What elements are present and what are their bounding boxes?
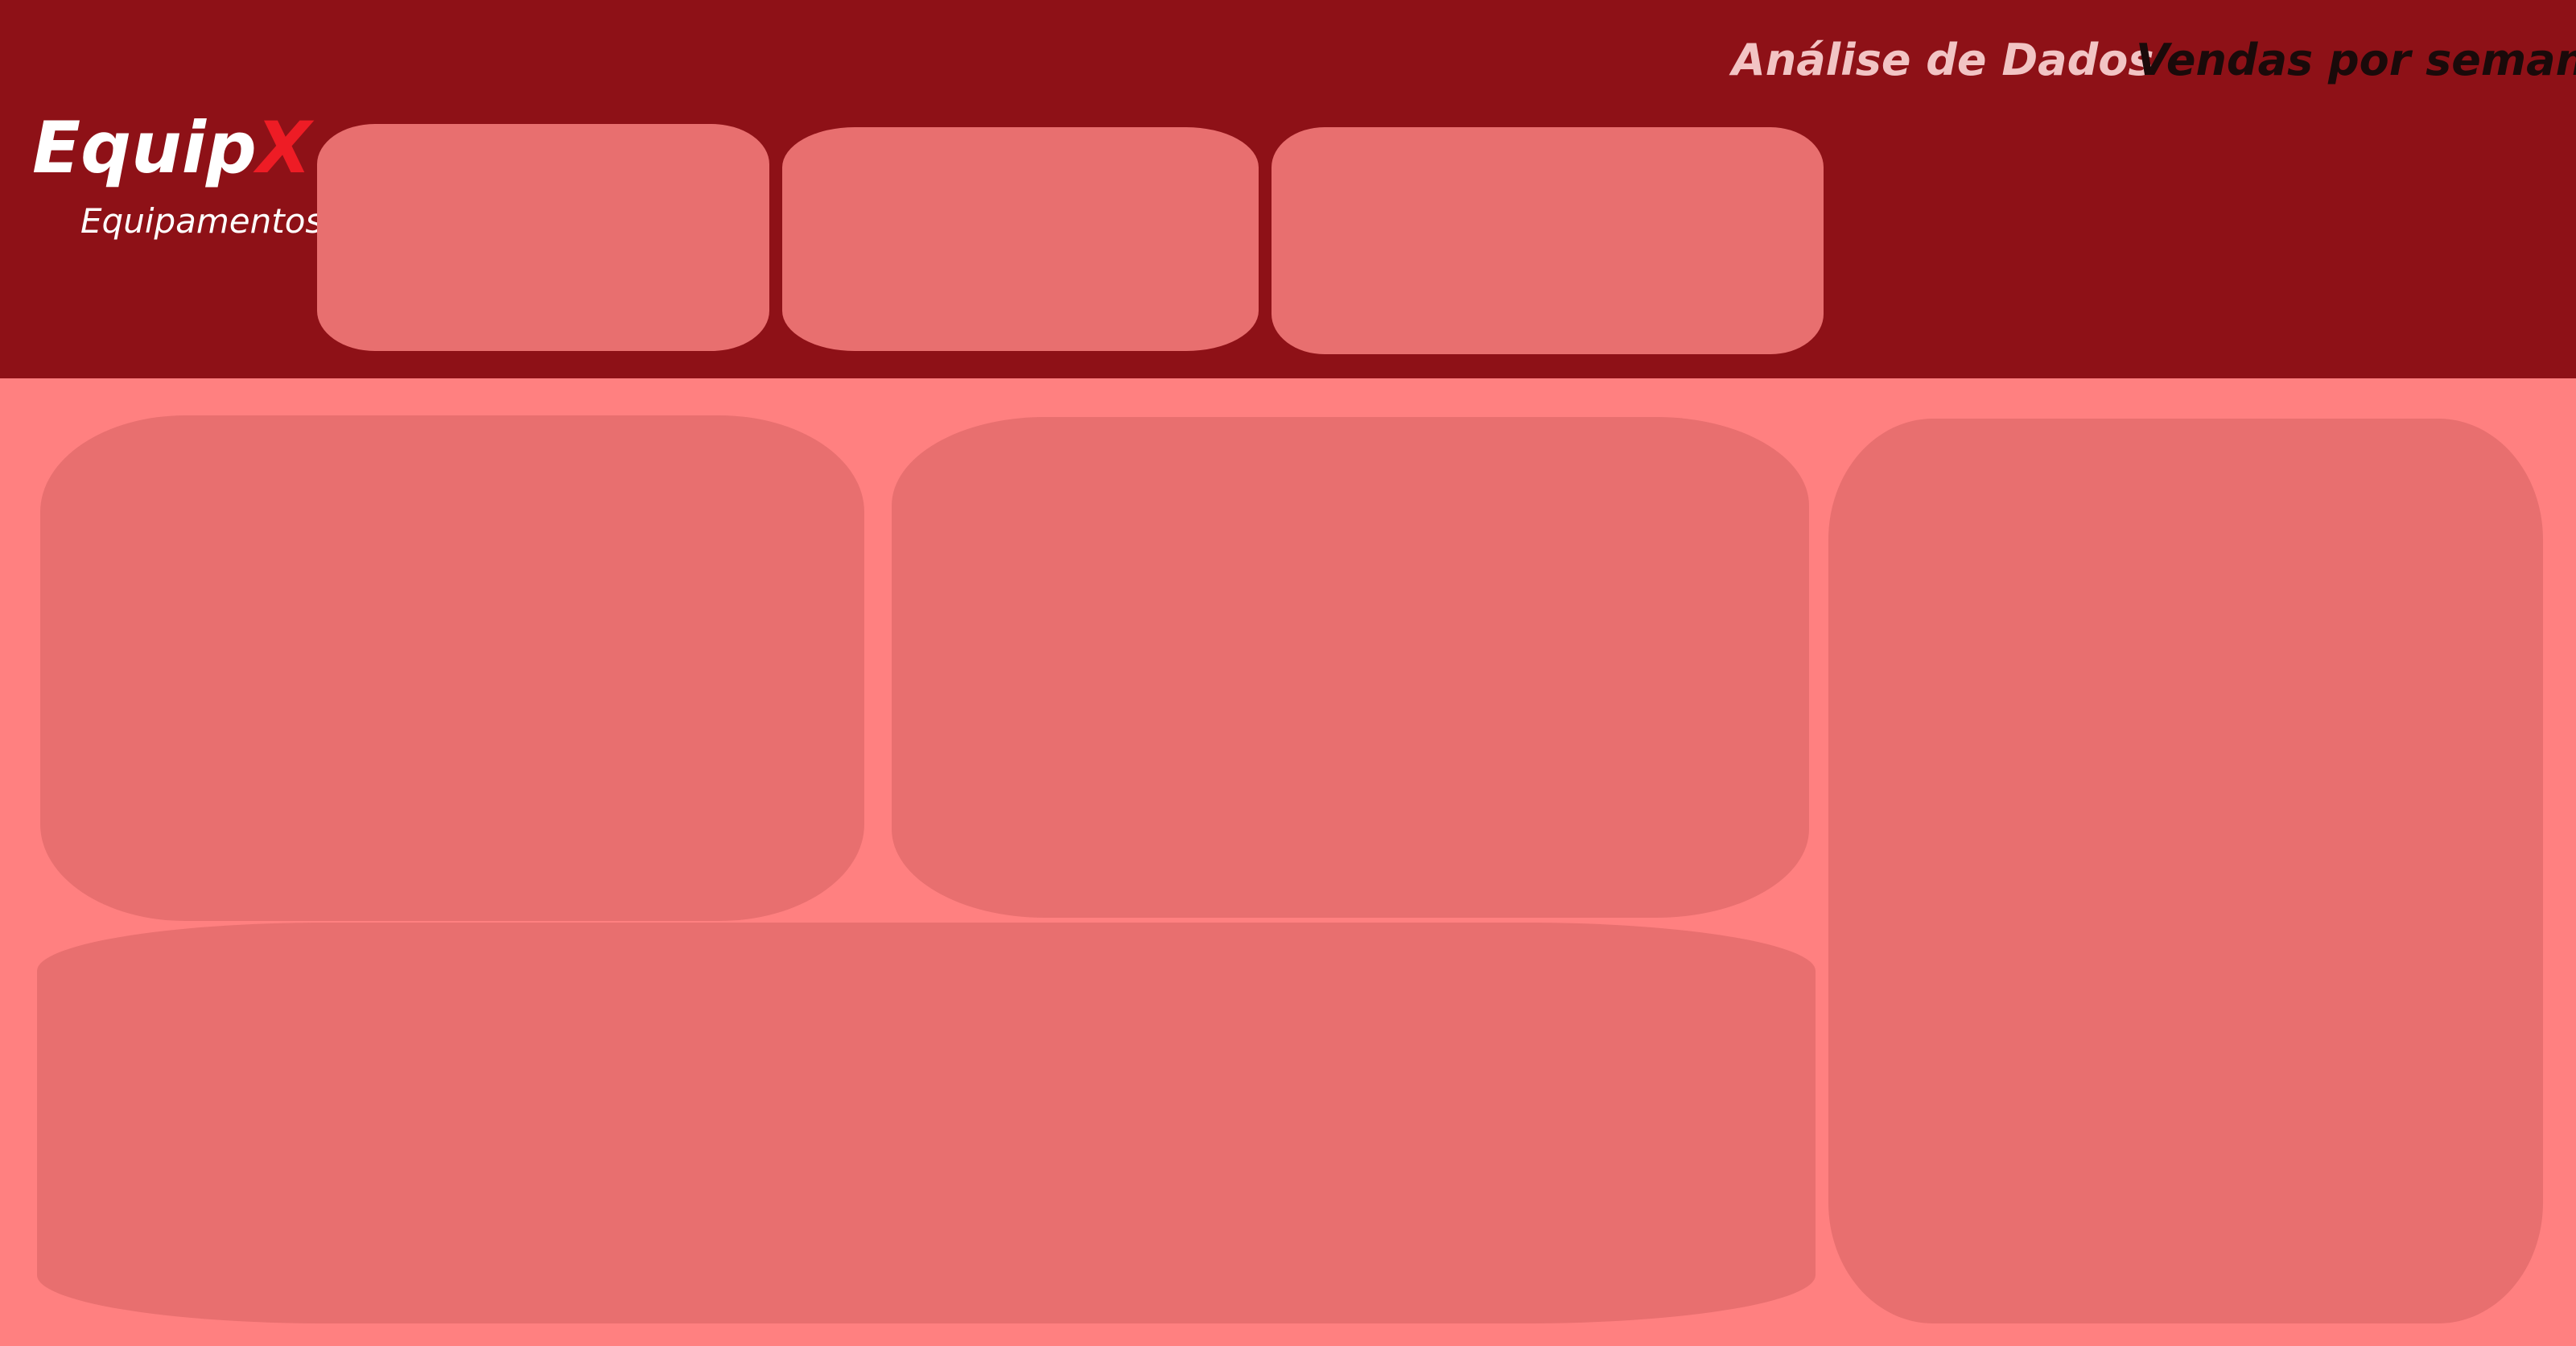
kpi-card-3 xyxy=(1272,127,1824,354)
visual-panel-bottom xyxy=(37,923,1816,1323)
logo: EquipX xyxy=(32,113,311,184)
header-bar: EquipX Equipamentos Análise de Dados Ven… xyxy=(0,0,2576,378)
visual-panel-top-middle xyxy=(892,417,1809,918)
kpi-card-2 xyxy=(782,127,1259,351)
visual-panel-right xyxy=(1828,419,2543,1323)
visual-panel-top-left xyxy=(40,415,864,921)
logo-tagline: Equipamentos xyxy=(80,201,324,241)
logo-accent-text: X xyxy=(256,106,311,189)
kpi-card-1 xyxy=(317,124,769,351)
page-subtitle: Vendas por semana xyxy=(2136,35,2576,85)
logo-text: Equip xyxy=(32,106,257,189)
page-title: Análise de Dados xyxy=(1732,35,2154,85)
